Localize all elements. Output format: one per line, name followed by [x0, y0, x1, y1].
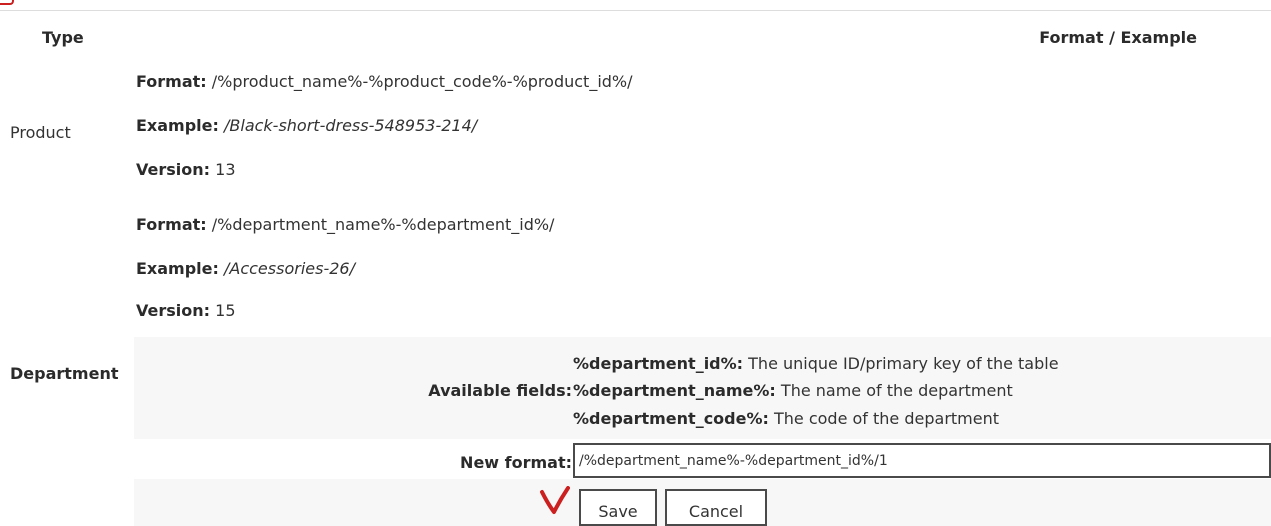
format-value: /%department_name%-%department_id%/ — [211, 215, 555, 234]
field-description: The unique ID/primary key of the table — [743, 354, 1059, 373]
cancel-button[interactable]: Cancel — [665, 489, 767, 526]
example-label: Example: — [136, 259, 219, 278]
new-format-label: New format: — [460, 453, 572, 472]
version-label: Version: — [136, 160, 211, 179]
red-checkmark-icon — [540, 486, 570, 514]
format-value: /%product_name%-%product_code%-%product_… — [211, 72, 633, 91]
red-annotation-mark — [0, 0, 14, 5]
field-item: %department_name%: The name of the depar… — [573, 381, 1013, 400]
product-format-line: Format: /%product_name%-%product_code%-%… — [136, 72, 633, 91]
department-example-line: Example: /Accessories-26/ — [136, 259, 355, 278]
field-description: The code of the department — [768, 409, 1000, 428]
available-fields-label: Available fields: — [428, 381, 572, 400]
new-format-input[interactable] — [573, 443, 1271, 478]
field-name: %department_code%: — [573, 409, 769, 428]
type-product: Product — [10, 123, 71, 142]
department-version-line: Version: 15 — [136, 301, 236, 320]
example-value: /Accessories-26/ — [224, 259, 355, 278]
save-button[interactable]: Save — [579, 489, 657, 526]
version-value: 15 — [215, 301, 236, 320]
format-label: Format: — [136, 215, 207, 234]
field-name: %department_name%: — [573, 381, 776, 400]
version-value: 13 — [215, 160, 236, 179]
product-version-line: Version: 13 — [136, 160, 236, 179]
column-header-type: Type — [42, 28, 84, 47]
field-item: %department_code%: The code of the depar… — [573, 409, 999, 428]
example-value: /Black-short-dress-548953-214/ — [224, 116, 478, 135]
field-name: %department_id%: — [573, 354, 744, 373]
field-item: %department_id%: The unique ID/primary k… — [573, 354, 1059, 373]
product-example-line: Example: /Black-short-dress-548953-214/ — [136, 116, 477, 135]
type-department: Department — [10, 364, 119, 383]
column-header-format-example: Format / Example — [1039, 28, 1197, 47]
format-label: Format: — [136, 72, 207, 91]
example-label: Example: — [136, 116, 219, 135]
version-label: Version: — [136, 301, 211, 320]
top-divider — [0, 10, 1271, 11]
field-description: The name of the department — [775, 381, 1013, 400]
department-format-line: Format: /%department_name%-%department_i… — [136, 215, 554, 234]
